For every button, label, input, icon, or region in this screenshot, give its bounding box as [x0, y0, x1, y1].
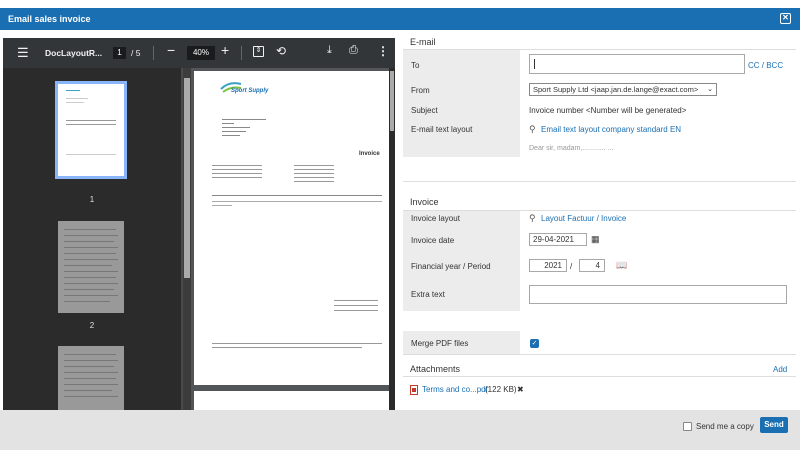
thumbnail-label: 1: [89, 195, 95, 204]
close-icon[interactable]: ✕: [780, 13, 791, 24]
email-section-title: E-mail: [410, 37, 436, 47]
chevron-down-icon: ⌄: [707, 86, 713, 93]
download-icon[interactable]: ⤓: [327, 44, 332, 57]
book-icon[interactable]: 📖: [616, 260, 627, 271]
pdf-page-1: Sport Supply Invoice: [194, 71, 391, 385]
attachment-size: (122 KB): [485, 385, 517, 394]
email-form: E-mail To CC / BCC From Sport Supply Ltd…: [403, 30, 800, 410]
more-options-icon[interactable]: ⋮: [377, 44, 389, 58]
period-label: Financial year / Period: [411, 262, 491, 271]
extra-text-label: Extra text: [411, 290, 445, 299]
email-body-preview[interactable]: Dear sir, madam,............ ...: [529, 145, 613, 152]
search-icon[interactable]: ⚲: [529, 213, 536, 224]
attachments-title: Attachments: [410, 364, 461, 374]
logo-text: Sport Supply: [231, 88, 269, 94]
page-total: / 5: [131, 48, 141, 58]
to-input[interactable]: [529, 54, 745, 74]
merge-pdf-checkbox[interactable]: ✓: [530, 339, 539, 348]
dialog-title: Email sales invoice: [8, 14, 91, 24]
pdf-page-area: Sport Supply Invoice: [191, 68, 395, 430]
invoice-layout-link[interactable]: Layout Factuur / Invoice: [541, 214, 626, 223]
search-icon[interactable]: ⚲: [529, 124, 536, 135]
thumbnail-page-2[interactable]: [58, 221, 124, 313]
from-label: From: [411, 86, 430, 95]
extra-text-input[interactable]: [529, 285, 787, 304]
page-number-input[interactable]: 1: [113, 47, 126, 59]
menu-icon[interactable]: ☰: [17, 45, 29, 61]
fit-page-icon[interactable]: ⇕: [253, 46, 264, 57]
rotate-icon[interactable]: ⟲: [276, 44, 286, 58]
remove-attachment-icon[interactable]: ✖: [517, 385, 524, 394]
invoice-heading: Invoice: [359, 151, 380, 157]
page-scrollbar[interactable]: [389, 68, 395, 430]
zoom-level[interactable]: 40%: [187, 46, 215, 60]
zoom-in-icon[interactable]: +: [221, 42, 229, 58]
to-label: To: [411, 61, 420, 70]
pdf-file-icon: [410, 385, 418, 395]
dialog-footer: Send me a copy: [0, 410, 800, 450]
merge-pdf-label: Merge PDF files: [411, 339, 469, 348]
pdf-viewer: ☰ DocLayoutR... 1 / 5 − 40% + ⇕ ⟲ ⤓ ⎙ ⋮: [3, 38, 395, 430]
send-button[interactable]: Send: [760, 417, 788, 433]
send-copy-label: Send me a copy: [696, 422, 754, 431]
logo: Sport Supply: [219, 81, 275, 95]
email-layout-label: E-mail text layout: [411, 125, 473, 134]
send-copy-checkbox[interactable]: [683, 422, 692, 431]
subject-label: Subject: [411, 106, 438, 115]
zoom-out-icon[interactable]: −: [167, 42, 175, 58]
from-select[interactable]: Sport Supply Ltd <jaap.jan.de.lange@exac…: [529, 83, 717, 96]
thumbnail-panel: 1 2: [3, 68, 181, 430]
invoice-layout-label: Invoice layout: [411, 214, 460, 223]
pdf-filename: DocLayoutR...: [45, 48, 103, 58]
calendar-icon[interactable]: ▦: [591, 234, 600, 245]
cc-bcc-link[interactable]: CC / BCC: [748, 61, 783, 70]
dialog-titlebar: Email sales invoice ✕: [0, 8, 800, 30]
invoice-section-title: Invoice: [410, 197, 439, 207]
print-icon[interactable]: ⎙: [349, 44, 358, 57]
dialog-body: ☰ DocLayoutR... 1 / 5 − 40% + ⇕ ⟲ ⤓ ⎙ ⋮: [0, 30, 800, 430]
period-input[interactable]: 4: [579, 259, 605, 272]
thumbnail-label: 2: [89, 321, 95, 330]
invoice-date-input[interactable]: 29-04-2021: [529, 233, 587, 246]
thumbnail-scrollbar[interactable]: [183, 68, 191, 430]
add-attachment-link[interactable]: Add: [773, 365, 787, 374]
subject-value: Invoice number <Number will be generated…: [529, 106, 687, 115]
year-input[interactable]: 2021: [529, 259, 567, 272]
divider: [241, 46, 242, 60]
period-slash: /: [570, 262, 573, 271]
divider: [153, 46, 154, 60]
attachment-file-link[interactable]: Terms and co...pdf: [422, 385, 488, 394]
pdf-toolbar: ☰ DocLayoutR... 1 / 5 − 40% + ⇕ ⟲ ⤓ ⎙ ⋮: [3, 38, 395, 68]
thumbnail-page-1[interactable]: [55, 81, 127, 179]
email-layout-link[interactable]: Email text layout company standard EN: [541, 125, 681, 134]
invoice-date-label: Invoice date: [411, 236, 455, 245]
